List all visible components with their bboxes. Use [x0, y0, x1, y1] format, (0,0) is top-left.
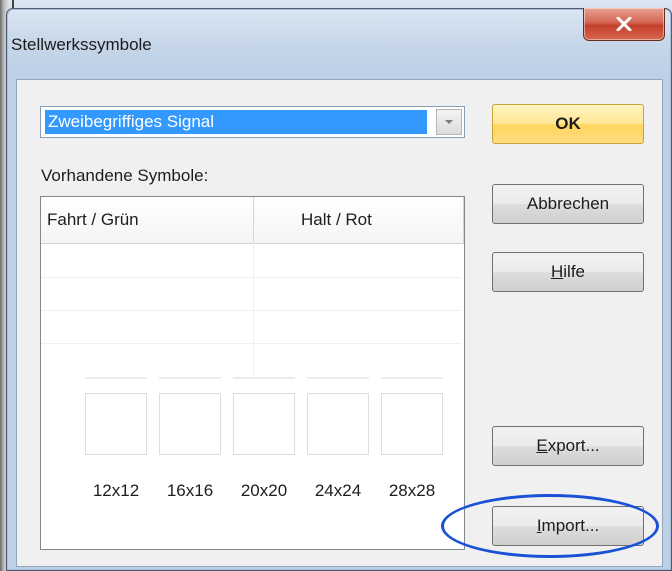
column-header-fahrt-gruen[interactable]: Fahrt / Grün	[47, 210, 139, 230]
import-highlight-annotation	[441, 494, 659, 558]
symbol-preview-24x24[interactable]	[307, 393, 369, 455]
size-label-12x12: 12x12	[92, 481, 140, 500]
ok-button[interactable]: OK	[492, 104, 644, 144]
export-mnemonic: E	[536, 436, 548, 455]
list-row-separator	[41, 277, 461, 278]
stellwerkssymbole-dialog: Stellwerkssymbole Zweibegriffiges Signal…	[6, 8, 672, 571]
size-divider	[381, 377, 443, 379]
size-divider	[307, 377, 369, 379]
size-label-20x20: 20x20	[240, 481, 288, 500]
size-divider	[85, 377, 147, 379]
export-button[interactable]: Export...	[492, 426, 644, 466]
help-button[interactable]: Hilfe	[492, 252, 644, 292]
symbols-listview[interactable]: Fahrt / Grün Halt / Rot 12x12 16x16 20x2…	[40, 196, 465, 550]
close-button[interactable]	[583, 8, 665, 41]
size-label-24x24: 24x24	[314, 481, 362, 500]
dialog-title: Stellwerkssymbole	[11, 35, 152, 54]
symbol-preview-20x20[interactable]	[233, 393, 295, 455]
size-divider	[159, 377, 221, 379]
export-label: xport...	[547, 436, 600, 455]
list-row-separator	[41, 343, 461, 344]
column-divider[interactable]	[253, 197, 254, 243]
symbol-preview-12x12[interactable]	[85, 393, 147, 455]
size-label-16x16: 16x16	[166, 481, 214, 500]
size-divider	[233, 377, 295, 379]
help-label: ilfe	[563, 262, 585, 281]
chevron-down-icon	[445, 120, 453, 124]
symbol-preview-28x28[interactable]	[381, 393, 443, 455]
size-label-28x28: 28x28	[388, 481, 436, 500]
cancel-button[interactable]: Abbrechen	[492, 184, 644, 224]
signal-type-selected-value: Zweibegriffiges Signal	[45, 110, 427, 134]
dropdown-arrow-button[interactable]	[436, 109, 462, 135]
column-header-halt-rot[interactable]: Halt / Rot	[301, 210, 372, 230]
signal-type-combobox[interactable]: Zweibegriffiges Signal	[40, 106, 465, 138]
symbol-preview-16x16[interactable]	[159, 393, 221, 455]
list-row-separator	[41, 310, 461, 311]
help-mnemonic: H	[550, 262, 564, 281]
available-symbols-label: Vorhandene Symbole:	[41, 166, 209, 185]
column-divider[interactable]	[463, 197, 464, 243]
listview-header: Fahrt / Grün Halt / Rot	[41, 197, 464, 244]
close-icon	[616, 17, 632, 31]
list-column-gridline	[253, 243, 254, 377]
